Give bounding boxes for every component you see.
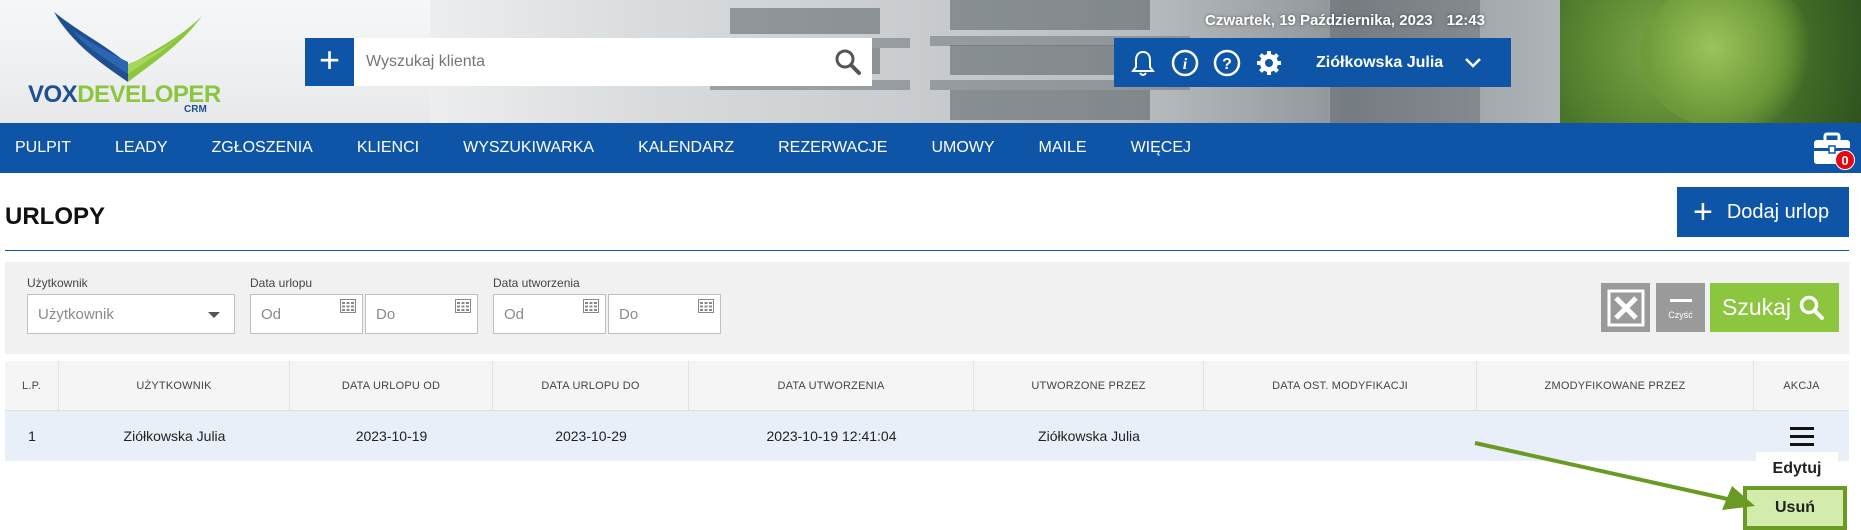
info-icon[interactable]: i: [1168, 46, 1202, 80]
chevron-down-icon[interactable]: [1459, 49, 1487, 77]
hamburger-menu-icon[interactable]: [1789, 426, 1814, 446]
calendar-icon[interactable]: [455, 299, 471, 313]
current-time: 12:43: [1446, 12, 1485, 29]
row-action-menu: Edytuj Usuń: [1743, 452, 1847, 530]
leave-table: L.P. UŻYTKOWNIK DATA URLOPU OD DATA URLO…: [5, 361, 1849, 461]
notification-count-badge: 0: [1835, 150, 1855, 170]
cell-modified-by: [1477, 411, 1754, 461]
edit-menu-item[interactable]: Edytuj: [1756, 452, 1838, 486]
nav-item-wiecej[interactable]: WIĘCEJ: [1109, 139, 1213, 157]
gear-icon[interactable]: [1252, 46, 1286, 80]
nav-item-leady[interactable]: LEADY: [93, 139, 189, 157]
user-toolbar: i ? Ziółkowska Julia: [1114, 38, 1511, 87]
add-leave-button[interactable]: + Dodaj urlop: [1677, 187, 1849, 237]
user-filter-label: Użytkownik: [27, 276, 88, 290]
filter-panel: Użytkownik Użytkownik Data urlopu Od Do …: [5, 262, 1849, 354]
leave-date-to-input[interactable]: Do: [365, 294, 478, 334]
header-banner: VOXDEVELOPER CRM + Czwartek, 19 Paździer…: [0, 0, 1861, 123]
leave-date-label: Data urlopu: [250, 276, 313, 290]
col-user[interactable]: UŻYTKOWNIK: [59, 361, 290, 410]
nav-item-rezerwacje[interactable]: REZERWACJE: [756, 139, 909, 157]
plus-icon: +: [1693, 193, 1713, 231]
col-leave-to[interactable]: DATA URLOPU DO: [493, 361, 689, 410]
dropdown-arrow-icon: [208, 312, 220, 318]
search-icon: [1799, 295, 1825, 320]
toolbox-button[interactable]: 0: [1811, 128, 1855, 170]
calendar-icon[interactable]: [583, 299, 599, 313]
col-lp[interactable]: L.P.: [5, 361, 59, 410]
add-leave-label: Dodaj urlop: [1726, 200, 1830, 223]
title-divider: [5, 250, 1849, 251]
cell-leave-from: 2023-10-19: [355, 428, 428, 444]
user-name[interactable]: Ziółkowska Julia: [1316, 54, 1443, 72]
add-client-button[interactable]: +: [305, 38, 354, 86]
cell-created-by: Ziółkowska Julia: [1038, 428, 1140, 444]
nav-item-wyszukiwarka[interactable]: WYSZUKIWARKA: [441, 139, 616, 157]
help-icon[interactable]: ?: [1210, 46, 1244, 80]
export-excel-button[interactable]: [1601, 283, 1650, 332]
col-action: AKCJA: [1783, 379, 1820, 392]
col-created[interactable]: DATA UTWORZENIA: [689, 361, 974, 410]
excel-icon: [1607, 289, 1644, 326]
nav-item-kalendarz[interactable]: KALENDARZ: [616, 139, 756, 157]
search-button[interactable]: Szukaj: [1710, 283, 1839, 332]
svg-text:i: i: [1183, 56, 1188, 73]
clear-label: Czyść: [1668, 310, 1693, 320]
current-datetime: Czwartek, 19 Października, 2023 12:43: [1205, 12, 1485, 29]
clear-filters-button[interactable]: Czyść: [1656, 283, 1705, 332]
cell-leave-to: 2023-10-29: [555, 428, 627, 444]
page-title: URLOPY: [5, 203, 106, 230]
nav-item-klienci[interactable]: KLIENCI: [335, 139, 441, 157]
vox-developer-logo[interactable]: VOXDEVELOPER CRM: [22, 4, 222, 116]
table-header: L.P. UŻYTKOWNIK DATA URLOPU OD DATA URLO…: [5, 361, 1849, 411]
col-leave-from[interactable]: DATA URLOPU OD: [290, 361, 493, 410]
calendar-icon[interactable]: [698, 299, 714, 313]
main-nav: PULPIT LEADY ZGŁOSZENIA KLIENCI WYSZUKIW…: [0, 123, 1861, 173]
created-date-to-input[interactable]: Do: [608, 294, 721, 334]
delete-menu-item[interactable]: Usuń: [1743, 486, 1847, 530]
col-modified[interactable]: DATA OST. MODYFIKACJI: [1204, 361, 1477, 410]
col-created-by[interactable]: UTWORZONE PRZEZ: [974, 361, 1204, 410]
cell-user: Ziółkowska Julia: [123, 428, 226, 444]
search-button-label: Szukaj: [1722, 294, 1792, 320]
bell-icon[interactable]: [1126, 46, 1160, 80]
cell-lp: 1: [28, 428, 36, 444]
user-filter-select[interactable]: Użytkownik: [27, 294, 235, 334]
wings-logo-icon: [54, 12, 202, 82]
client-search: +: [305, 38, 872, 86]
user-filter-placeholder: Użytkownik: [38, 305, 114, 323]
created-date-label: Data utworzenia: [493, 276, 580, 290]
col-modified-by[interactable]: ZMODYFIKOWANE PRZEZ: [1477, 361, 1754, 410]
minus-icon: [1669, 299, 1692, 302]
table-row[interactable]: 1 Ziółkowska Julia 2023-10-19 2023-10-29…: [5, 411, 1849, 461]
nav-item-pulpit[interactable]: PULPIT: [0, 139, 93, 157]
search-icon[interactable]: [834, 48, 862, 76]
cell-modified: [1204, 411, 1477, 461]
svg-text:?: ?: [1222, 56, 1232, 73]
client-search-input[interactable]: [354, 38, 872, 86]
calendar-icon[interactable]: [340, 299, 356, 313]
current-date: Czwartek, 19 Października, 2023: [1205, 12, 1433, 29]
cell-created: 2023-10-19 12:41:04: [766, 428, 897, 444]
nav-item-zgloszenia[interactable]: ZGŁOSZENIA: [189, 139, 334, 157]
created-date-from-input[interactable]: Od: [493, 294, 606, 334]
leave-date-from-input[interactable]: Od: [250, 294, 363, 334]
nav-item-maile[interactable]: MAILE: [1017, 139, 1109, 157]
nav-item-umowy[interactable]: UMOWY: [909, 139, 1016, 157]
